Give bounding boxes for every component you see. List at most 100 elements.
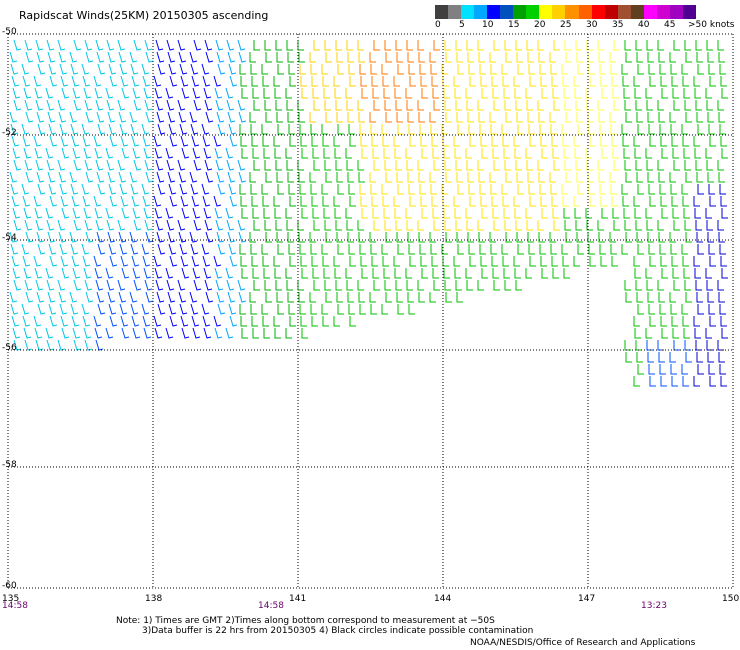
wind-barb — [709, 136, 716, 147]
wind-barb — [717, 160, 724, 171]
wind-barb — [468, 244, 475, 255]
wind-barb — [371, 136, 378, 147]
wind-barb — [202, 315, 211, 327]
wind-barb — [610, 244, 617, 255]
wind-barb — [153, 195, 162, 207]
wind-barb — [672, 328, 679, 339]
wind-barb — [35, 99, 44, 111]
wind-barb — [429, 112, 436, 123]
wind-barb — [516, 232, 523, 243]
wind-barb — [324, 220, 331, 231]
wind-barb — [36, 111, 45, 123]
wind-barb — [46, 159, 55, 171]
wind-barb — [156, 111, 165, 123]
wind-barb — [432, 268, 439, 279]
wind-barb — [154, 327, 163, 339]
wind-barb — [600, 76, 607, 87]
wind-barb — [337, 244, 344, 255]
wind-barb — [621, 64, 628, 75]
wind-barb — [109, 135, 118, 147]
wind-barb — [477, 160, 484, 171]
wind-barb — [321, 124, 328, 135]
wind-barb — [433, 100, 440, 111]
wind-barb — [276, 112, 283, 123]
wind-barb — [119, 183, 128, 195]
wind-barb — [529, 256, 536, 267]
wind-barb — [131, 255, 140, 267]
wind-barbs — [9, 39, 728, 387]
wind-barb — [562, 256, 569, 267]
wind-barb — [589, 76, 596, 87]
wind-barb — [263, 268, 270, 279]
wind-barb — [490, 244, 497, 255]
wind-barb — [624, 220, 631, 231]
wind-barb — [444, 280, 451, 291]
wind-barb — [25, 291, 34, 303]
wind-barb — [141, 183, 150, 195]
wind-barb — [9, 51, 18, 63]
wind-barb — [563, 268, 570, 279]
wind-barb — [563, 88, 570, 99]
wind-barb — [215, 99, 224, 111]
wind-barb — [72, 327, 81, 339]
wind-barb — [335, 100, 342, 111]
wind-barb — [323, 88, 330, 99]
wind-barb — [442, 136, 449, 147]
wind-barb — [47, 291, 56, 303]
wind-barb — [298, 112, 305, 123]
wind-barb — [144, 219, 153, 231]
wind-barb — [323, 268, 330, 279]
wind-barb — [336, 112, 343, 123]
wind-barb — [60, 195, 69, 207]
wind-barb — [406, 280, 413, 291]
wind-barb — [45, 87, 54, 99]
wind-barb — [695, 100, 702, 111]
wind-barb — [504, 280, 511, 291]
wind-barb — [685, 292, 692, 303]
wind-barb — [181, 87, 190, 99]
wind-barb — [529, 196, 536, 207]
wind-barb — [349, 76, 356, 87]
wind-barb — [372, 148, 379, 159]
wind-barb — [309, 172, 316, 183]
wind-barb — [421, 88, 428, 99]
wind-barb — [9, 291, 18, 303]
wind-barb — [480, 256, 487, 267]
wind-barb — [131, 75, 140, 87]
wind-barb — [226, 159, 235, 171]
wind-barb — [539, 184, 546, 195]
wind-barb — [634, 268, 641, 279]
wind-barb — [564, 220, 571, 231]
wind-barb — [585, 88, 592, 99]
wind-barb — [262, 76, 269, 87]
lat-label: -50 — [2, 27, 17, 37]
wind-barb — [587, 112, 594, 123]
wind-barb — [263, 328, 270, 339]
wind-barb — [94, 207, 103, 219]
wind-barb — [168, 123, 177, 135]
wind-barb — [145, 171, 154, 183]
wind-barb — [717, 280, 724, 291]
wind-barb — [24, 159, 33, 171]
wind-barb — [154, 207, 163, 219]
wind-barb — [513, 76, 520, 87]
wind-barb — [406, 100, 413, 111]
wind-barb — [106, 279, 115, 291]
wind-barb — [168, 63, 177, 75]
wind-barb — [433, 40, 440, 51]
wind-barb — [167, 111, 176, 123]
wind-barb — [393, 256, 400, 267]
wind-barb — [109, 195, 118, 207]
wind-barb — [297, 220, 304, 231]
wind-barb — [81, 123, 90, 135]
wind-barb — [647, 352, 654, 363]
wind-barb — [502, 196, 509, 207]
wind-barb — [529, 76, 536, 87]
wind-barb — [721, 268, 728, 279]
wind-barb — [705, 148, 712, 159]
wind-barb — [407, 52, 414, 63]
wind-barb — [612, 148, 619, 159]
wind-barb — [359, 64, 366, 75]
wind-barb — [21, 243, 30, 255]
wind-barb — [706, 340, 713, 351]
